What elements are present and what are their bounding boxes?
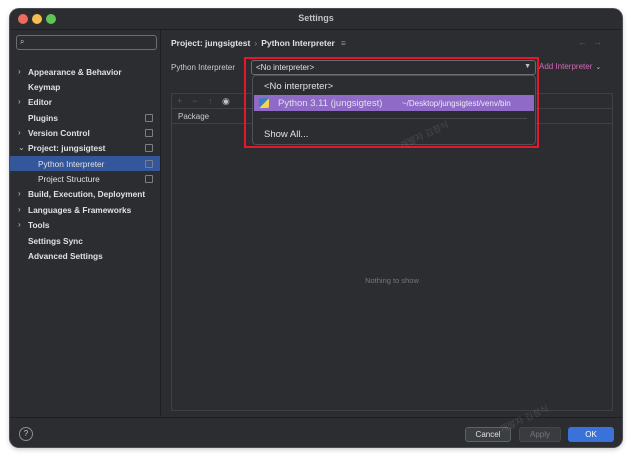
- sidebar-item[interactable]: ⌄ Project: jungsigtest: [10, 140, 160, 155]
- chevron-right-icon[interactable]: ›: [18, 97, 21, 106]
- sidebar-item[interactable]: Advanced Settings: [10, 248, 160, 263]
- ok-button[interactable]: OK: [568, 427, 614, 442]
- title-bar: Settings: [10, 9, 622, 30]
- project-scope-icon: [145, 129, 153, 137]
- window-title: Settings: [298, 13, 334, 23]
- sidebar-item[interactable]: › Languages & Frameworks: [10, 202, 160, 217]
- chevron-right-icon[interactable]: ›: [18, 220, 21, 229]
- sidebar-item-label: Python Interpreter: [38, 159, 105, 169]
- settings-search-input[interactable]: ⌕: [16, 35, 157, 50]
- project-scope-icon: ≡: [340, 38, 346, 48]
- sidebar-item-label: Project Structure: [38, 174, 100, 184]
- breadcrumb-page: Python Interpreter: [261, 38, 335, 48]
- remove-package-icon[interactable]: −: [192, 96, 197, 106]
- interpreter-label: Python Interpreter: [171, 63, 236, 72]
- chevron-down-icon[interactable]: ⌄: [18, 143, 25, 152]
- sidebar-item[interactable]: Settings Sync: [10, 233, 160, 248]
- chevron-down-icon: ⌄: [595, 64, 602, 71]
- back-arrow-icon[interactable]: ←: [578, 37, 593, 47]
- chevron-right-icon[interactable]: ›: [18, 205, 21, 214]
- sidebar-item[interactable]: Python Interpreter: [10, 156, 160, 171]
- sidebar-item-label: Advanced Settings: [28, 251, 103, 261]
- settings-sidebar: ⌕ › Appearance & Behavior Keymap › Editor Plu…: [10, 30, 161, 416]
- search-icon: ⌕: [20, 37, 25, 46]
- sidebar-item-label: Languages & Frameworks: [28, 205, 132, 215]
- upgrade-package-icon[interactable]: ↑: [208, 96, 213, 106]
- project-scope-icon: [145, 160, 153, 168]
- sidebar-item-label: Editor: [28, 97, 52, 107]
- apply-button[interactable]: Apply: [519, 427, 561, 442]
- forward-arrow-icon[interactable]: →: [593, 37, 608, 47]
- project-scope-icon: [145, 114, 153, 122]
- project-scope-icon: [145, 144, 153, 152]
- sidebar-item-label: Settings Sync: [28, 236, 83, 246]
- sidebar-item[interactable]: › Build, Execution, Deployment: [10, 186, 160, 201]
- chevron-right-icon[interactable]: ›: [18, 128, 21, 137]
- sidebar-item[interactable]: › Appearance & Behavior: [10, 64, 160, 79]
- sidebar-item[interactable]: › Editor: [10, 94, 160, 109]
- chevron-right-icon[interactable]: ›: [18, 189, 21, 198]
- sidebar-item[interactable]: Plugins: [10, 110, 160, 125]
- history-nav: ←→: [578, 37, 608, 47]
- sidebar-item[interactable]: › Version Control: [10, 125, 160, 140]
- help-button[interactable]: ?: [19, 427, 33, 441]
- sidebar-item[interactable]: Keymap: [10, 79, 160, 94]
- sidebar-item-label: Version Control: [28, 128, 90, 138]
- sidebar-item-label: Tools: [28, 220, 50, 230]
- sidebar-item-label: Build, Execution, Deployment: [28, 189, 146, 199]
- add-interpreter-link[interactable]: Add Interpreter ⌄: [539, 62, 601, 71]
- sidebar-item-label: Project: jungsigtest: [28, 143, 106, 153]
- breadcrumb: Project: jungsigtest › Python Interpreter ≡: [171, 38, 346, 48]
- empty-state-text: Nothing to show: [365, 276, 419, 285]
- sidebar-item-label: Keymap: [28, 82, 61, 92]
- column-package[interactable]: Package: [178, 112, 209, 121]
- eye-icon[interactable]: ◉: [222, 96, 230, 107]
- project-scope-icon: [145, 175, 153, 183]
- breadcrumb-separator: ›: [254, 38, 258, 48]
- chevron-right-icon[interactable]: ›: [18, 67, 21, 76]
- sidebar-item[interactable]: Project Structure: [10, 171, 160, 186]
- add-interpreter-label: Add Interpreter: [539, 62, 593, 71]
- sidebar-item-label: Appearance & Behavior: [28, 67, 122, 77]
- breadcrumb-project[interactable]: Project: jungsigtest: [171, 38, 250, 48]
- sidebar-item[interactable]: › Tools: [10, 217, 160, 232]
- add-package-icon[interactable]: +: [177, 96, 182, 106]
- highlight-annotation-box: [244, 57, 539, 148]
- sidebar-item-label: Plugins: [28, 113, 58, 123]
